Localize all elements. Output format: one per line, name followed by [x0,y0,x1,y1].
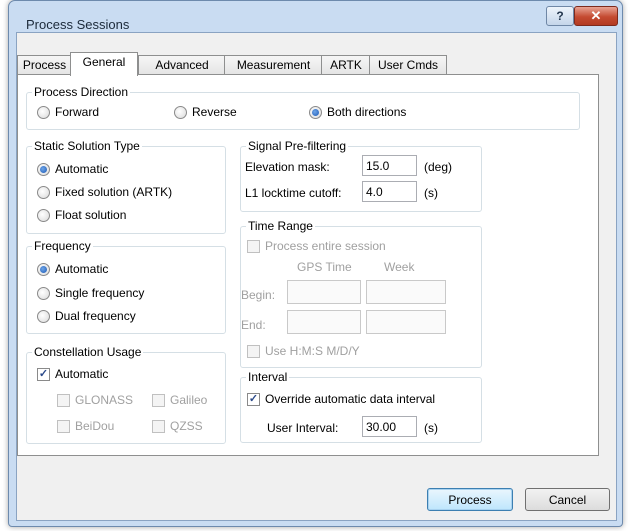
radio-float-solution-label: Float solution [55,208,127,222]
begin-week-input[interactable] [366,280,446,304]
checkbox-beidou-box[interactable] [57,419,70,433]
signal-prefilter-title: Signal Pre-filtering [246,139,349,153]
radio-forward-label: Forward [55,105,100,119]
radio-frequency-automatic-label: Automatic [55,262,109,276]
locktime-input[interactable]: 4.0 [362,181,417,202]
radio-dual-frequency-label: Dual frequency [55,309,136,323]
checkbox-galileo-label: Galileo [170,393,208,407]
help-button[interactable]: ? [546,6,574,26]
checkbox-glonass-box[interactable] [57,393,70,407]
checkbox-galileo[interactable]: Galileo [152,393,207,407]
tab-artk[interactable]: ARTK [321,55,371,75]
process-button[interactable]: Process [427,488,513,511]
checkbox-use-hms-box[interactable] [247,344,260,358]
close-button[interactable]: ✕ [574,6,618,26]
constellation-group: Constellation Usage ✓ Automatic GLONASS … [26,345,226,444]
checkbox-qzss-box[interactable] [152,419,165,433]
cancel-button[interactable]: Cancel [525,488,610,511]
time-range-title: Time Range [246,219,315,233]
elevation-mask-label: Elevation mask: [245,160,330,174]
checkbox-qzss[interactable]: QZSS [152,419,203,433]
checkbox-constellation-automatic-label: Automatic [55,367,109,381]
constellation-title: Constellation Usage [32,345,144,359]
checkbox-override-interval-label: Override automatic data interval [265,392,436,406]
checkbox-glonass-label: GLONASS [75,393,134,407]
user-interval-unit: (s) [424,421,438,435]
window-title: Process Sessions [26,17,130,32]
radio-single-frequency[interactable]: Single frequency [37,286,144,300]
radio-fixed-solution[interactable]: Fixed solution (ARTK) [37,185,172,199]
radio-both-directions-circle[interactable] [309,105,322,119]
radio-frequency-automatic[interactable]: Automatic [37,262,108,276]
frequency-group: Frequency Automatic Single frequency Dua… [26,239,226,334]
tab-process[interactable]: Process [17,55,72,75]
elevation-mask-input[interactable]: 15.0 [362,155,417,176]
interval-title: Interval [246,370,290,384]
begin-time-input[interactable] [287,280,361,304]
checkbox-constellation-automatic[interactable]: ✓ Automatic [37,367,108,381]
radio-forward-circle[interactable] [37,105,50,119]
static-solution-title: Static Solution Type [32,139,142,153]
radio-reverse-circle[interactable] [174,105,187,119]
end-week-input[interactable] [366,310,446,334]
locktime-label: L1 locktime cutoff: [245,186,342,200]
interval-group: Interval ✓ Override automatic data inter… [240,370,482,443]
tab-measurement[interactable]: Measurement [224,55,323,75]
checkbox-override-interval-box[interactable]: ✓ [247,392,260,406]
radio-float-solution-circle[interactable] [37,208,50,222]
checkbox-override-interval[interactable]: ✓ Override automatic data interval [247,392,435,406]
radio-fixed-solution-circle[interactable] [37,185,50,199]
radio-reverse[interactable]: Reverse [174,105,237,119]
time-range-group: Time Range Process entire session GPS Ti… [240,219,482,368]
end-label: End: [241,318,266,332]
gps-time-header: GPS Time [297,260,352,274]
locktime-unit: (s) [424,186,438,200]
checkbox-use-hms[interactable]: Use H:M:S M/D/Y [247,344,360,358]
radio-dual-frequency[interactable]: Dual frequency [37,309,136,323]
user-interval-input[interactable]: 30.00 [362,416,417,437]
radio-forward[interactable]: Forward [37,105,99,119]
radio-both-directions[interactable]: Both directions [309,105,406,119]
checkbox-entire-session-box[interactable] [247,239,260,253]
week-header: Week [384,260,415,274]
checkbox-constellation-automatic-box[interactable]: ✓ [37,367,50,381]
radio-float-solution[interactable]: Float solution [37,208,126,222]
checkbox-qzss-label: QZSS [170,419,203,433]
tab-user-cmds[interactable]: User Cmds [369,55,447,75]
radio-static-automatic-label: Automatic [55,162,109,176]
signal-prefilter-group: Signal Pre-filtering Elevation mask: 15.… [240,139,482,212]
checkbox-entire-session[interactable]: Process entire session [247,239,386,253]
elevation-unit: (deg) [424,160,453,174]
radio-both-directions-label: Both directions [327,105,407,119]
radio-static-automatic[interactable]: Automatic [37,162,108,176]
tab-general[interactable]: General [70,52,138,76]
process-direction-title: Process Direction [32,85,131,99]
radio-static-automatic-circle[interactable] [37,162,50,176]
checkbox-galileo-box[interactable] [152,393,165,407]
tab-advanced[interactable]: Advanced [138,55,226,75]
end-time-input[interactable] [287,310,361,334]
radio-single-frequency-label: Single frequency [55,286,145,300]
checkbox-use-hms-label: Use H:M:S M/D/Y [265,344,360,358]
general-tab-panel: Process Direction Forward Reverse Both d… [17,74,599,456]
radio-dual-frequency-circle[interactable] [37,309,50,323]
checkbox-entire-session-label: Process entire session [265,239,386,253]
checkbox-beidou-label: BeiDou [75,419,115,433]
checkbox-glonass[interactable]: GLONASS [57,393,133,407]
process-direction-group: Process Direction Forward Reverse Both d… [26,85,580,130]
radio-frequency-automatic-circle[interactable] [37,262,50,276]
frequency-title: Frequency [32,239,93,253]
checkbox-beidou[interactable]: BeiDou [57,419,114,433]
radio-fixed-solution-label: Fixed solution (ARTK) [55,185,173,199]
static-solution-group: Static Solution Type Automatic Fixed sol… [26,139,226,234]
radio-reverse-label: Reverse [192,105,237,119]
radio-single-frequency-circle[interactable] [37,286,50,300]
user-interval-label: User Interval: [267,421,339,435]
begin-label: Begin: [241,288,276,302]
